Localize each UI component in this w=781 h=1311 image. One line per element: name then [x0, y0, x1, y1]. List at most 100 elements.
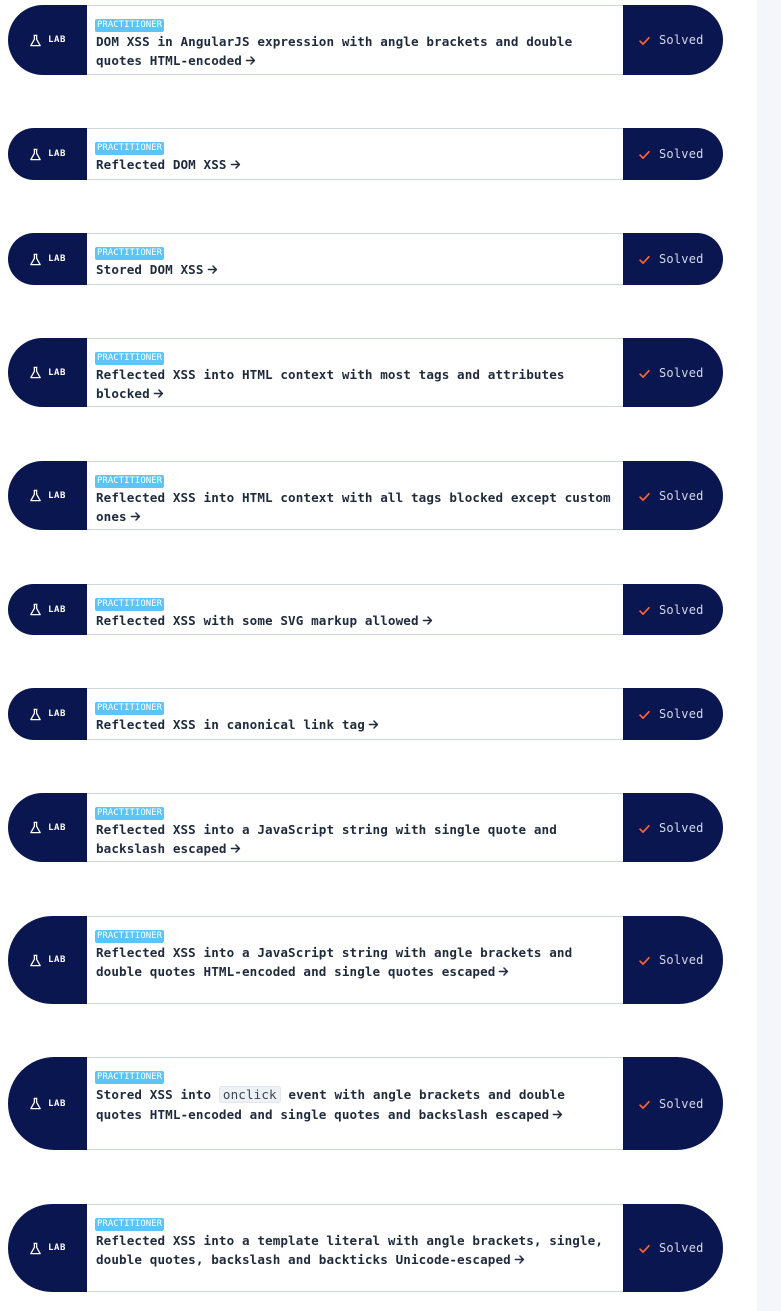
lab-status: Solved [623, 5, 723, 75]
code-snippet: onclick [218, 1086, 281, 1103]
level-badge: PRACTITIONER [95, 1071, 165, 1084]
lab-title-text: Reflected XSS into HTML context with mos… [96, 367, 565, 401]
page: LAB PRACTITIONER DOM XSS in AngularJS ex… [0, 0, 781, 1311]
lab-body: PRACTITIONER Reflected XSS into a templa… [87, 1204, 623, 1292]
lab-card[interactable]: LAB PRACTITIONER DOM XSS in AngularJS ex… [8, 5, 723, 75]
check-icon [639, 369, 650, 378]
lab-card[interactable]: LAB PRACTITIONER Stored XSS into onclick… [8, 1057, 723, 1150]
lab-title-text: Stored XSS into [96, 1087, 219, 1102]
level-badge: PRACTITIONER [95, 247, 165, 260]
lab-tag: LAB [8, 793, 87, 862]
level-badge: PRACTITIONER [95, 807, 165, 820]
lab-card[interactable]: LAB PRACTITIONER Reflected XSS with some… [8, 584, 723, 635]
lab-body: PRACTITIONER Reflected XSS into a JavaSc… [87, 793, 623, 862]
level-badge: PRACTITIONER [95, 930, 165, 943]
lab-title-link[interactable]: Reflected DOM XSS [96, 156, 617, 175]
check-icon [639, 150, 650, 159]
arrow-right-icon [245, 55, 256, 65]
level-badge: PRACTITIONER [95, 598, 165, 611]
check-icon [639, 606, 650, 615]
lab-title-link[interactable]: Reflected XSS into a JavaScript string w… [96, 944, 617, 981]
scroll-gutter [757, 0, 781, 1311]
arrow-right-icon [514, 1254, 525, 1264]
flask-icon [30, 603, 41, 616]
lab-title-link[interactable]: Stored DOM XSS [96, 261, 617, 280]
lab-tag-label: LAB [48, 149, 66, 159]
arrow-right-icon [153, 388, 163, 398]
lab-title-link[interactable]: Reflected XSS into a JavaScript string w… [96, 821, 617, 858]
lab-body: PRACTITIONER Reflected XSS with some SVG… [87, 584, 623, 635]
check-icon [639, 255, 650, 264]
lab-card[interactable]: LAB PRACTITIONER Reflected XSS into HTML… [8, 461, 723, 530]
status-text: Solved [659, 1241, 704, 1255]
lab-tag: LAB [8, 916, 87, 1004]
lab-body: PRACTITIONER Reflected DOM XSS [87, 128, 623, 180]
lab-status: Solved [623, 793, 723, 862]
lab-body: PRACTITIONER Reflected XSS into HTML con… [87, 461, 623, 530]
arrow-right-icon [422, 616, 432, 625]
lab-card[interactable]: LAB PRACTITIONER Reflected XSS into HTML… [8, 338, 723, 407]
lab-status: Solved [623, 688, 723, 740]
lab-title-text: Reflected XSS into HTML context with all… [96, 490, 611, 524]
flask-icon [30, 366, 41, 379]
lab-tag: LAB [8, 5, 87, 75]
lab-tag-label: LAB [48, 709, 66, 719]
lab-card[interactable]: LAB PRACTITIONER Stored DOM XSS Solved [8, 233, 723, 285]
lab-tag-label: LAB [48, 1098, 66, 1109]
flask-icon [30, 148, 41, 160]
lab-title-link[interactable]: Reflected XSS with some SVG markup allow… [96, 612, 617, 631]
lab-tag-label: LAB [48, 822, 66, 833]
level-badge: PRACTITIONER [95, 19, 165, 32]
lab-title-link[interactable]: Stored XSS into onclick event with angle… [96, 1085, 617, 1125]
lab-status: Solved [623, 916, 723, 1004]
lab-tag-label: LAB [48, 1243, 66, 1253]
lab-status: Solved [623, 233, 723, 285]
status-text: Solved [659, 707, 704, 721]
lab-card[interactable]: LAB PRACTITIONER Reflected DOM XSS Solve… [8, 128, 723, 180]
lab-tag-label: LAB [48, 254, 66, 264]
lab-tag: LAB [8, 128, 87, 180]
check-icon [639, 710, 650, 719]
flask-icon [30, 253, 41, 265]
arrow-right-icon [499, 966, 509, 976]
lab-title-link[interactable]: Reflected XSS into HTML context with all… [96, 489, 617, 526]
lab-tag: LAB [8, 461, 87, 530]
lab-tag-label: LAB [48, 367, 66, 378]
lab-title-link[interactable]: Reflected XSS into HTML context with mos… [96, 366, 617, 403]
lab-status: Solved [623, 1057, 723, 1150]
lab-title-text: Reflected XSS with some SVG markup allow… [96, 613, 419, 628]
arrow-right-icon [207, 265, 217, 274]
flask-icon [30, 1097, 41, 1110]
lab-title-text: Reflected XSS into a JavaScript string w… [96, 822, 557, 856]
lab-body: PRACTITIONER Reflected XSS in canonical … [87, 688, 623, 740]
level-badge: PRACTITIONER [95, 1218, 165, 1231]
lab-card[interactable]: LAB PRACTITIONER Reflected XSS into a Ja… [8, 916, 723, 1004]
lab-body: PRACTITIONER Stored DOM XSS [87, 233, 623, 285]
lab-title-text: DOM XSS in AngularJS expression with ang… [96, 34, 573, 68]
level-badge: PRACTITIONER [95, 475, 165, 488]
lab-body: PRACTITIONER DOM XSS in AngularJS expres… [87, 5, 623, 75]
lab-status: Solved [623, 128, 723, 180]
status-text: Solved [659, 33, 704, 47]
status-text: Solved [659, 252, 704, 266]
lab-tag-label: LAB [48, 955, 66, 965]
flask-icon [30, 821, 41, 834]
lab-tag-label: LAB [48, 604, 66, 615]
lab-card[interactable]: LAB PRACTITIONER Reflected XSS in canoni… [8, 688, 723, 740]
lab-title-link[interactable]: Reflected XSS in canonical link tag [96, 716, 617, 735]
lab-tag: LAB [8, 1204, 87, 1292]
check-icon [639, 1100, 650, 1109]
lab-status: Solved [623, 461, 723, 530]
status-text: Solved [659, 953, 704, 967]
lab-title-link[interactable]: Reflected XSS into a template literal wi… [96, 1232, 617, 1269]
lab-tag: LAB [8, 338, 87, 407]
lab-title-link[interactable]: DOM XSS in AngularJS expression with ang… [96, 33, 617, 70]
check-icon [639, 1244, 650, 1253]
lab-tag: LAB [8, 233, 87, 285]
lab-tag: LAB [8, 584, 87, 635]
lab-card[interactable]: LAB PRACTITIONER Reflected XSS into a te… [8, 1204, 723, 1292]
lab-title-text: Stored DOM XSS [96, 262, 204, 277]
status-text: Solved [659, 820, 704, 835]
lab-card[interactable]: LAB PRACTITIONER Reflected XSS into a Ja… [8, 793, 723, 862]
lab-tag: LAB [8, 1057, 87, 1150]
